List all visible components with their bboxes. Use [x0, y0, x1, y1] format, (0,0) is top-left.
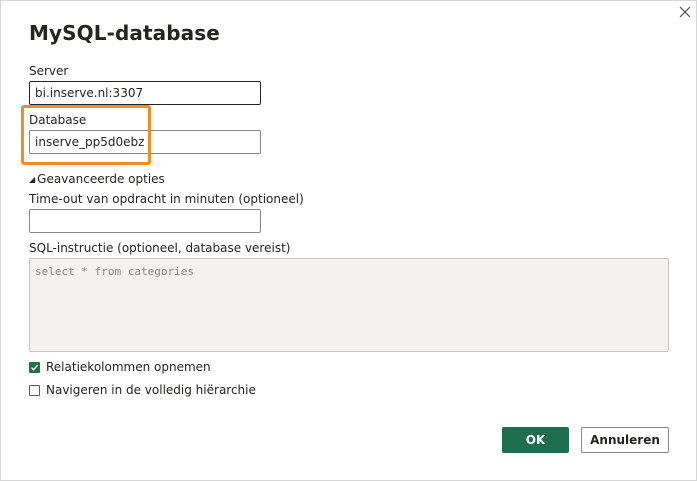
include-relations-checkbox-row[interactable]: Relatiekolommen opnemen — [29, 360, 211, 374]
close-icon[interactable] — [675, 3, 695, 23]
cancel-button[interactable]: Annuleren — [581, 427, 669, 453]
database-input[interactable]: inserve_pp5d0ebz — [29, 130, 261, 154]
close-icon-glyph — [679, 6, 691, 18]
server-label: Server — [29, 64, 69, 78]
triangle-down-icon: ◢ — [29, 175, 36, 184]
advanced-options-label: Geavanceerde opties — [37, 172, 165, 186]
database-label: Database — [29, 113, 87, 127]
sql-textarea[interactable]: select * from categories — [29, 258, 669, 352]
mysql-database-dialog: MySQL-database Server bi.inserve.nl:3307… — [0, 0, 697, 481]
advanced-options-toggle[interactable]: ◢ Geavanceerde opties — [29, 172, 165, 186]
server-input[interactable]: bi.inserve.nl:3307 — [29, 81, 261, 105]
include-relations-checkbox[interactable] — [29, 361, 40, 373]
timeout-input[interactable] — [29, 209, 261, 233]
timeout-label: Time-out van opdracht in minuten (option… — [29, 192, 304, 206]
checkmark-icon — [31, 364, 39, 371]
full-hierarchy-checkbox-row[interactable]: Navigeren in de volledig hiërarchie — [29, 383, 256, 397]
full-hierarchy-label: Navigeren in de volledig hiërarchie — [46, 383, 256, 397]
include-relations-label: Relatiekolommen opnemen — [46, 360, 211, 374]
ok-button[interactable]: OK — [502, 427, 569, 453]
dialog-title: MySQL-database — [29, 21, 220, 45]
sql-label: SQL-instructie (optioneel, database vere… — [29, 241, 291, 255]
full-hierarchy-checkbox[interactable] — [29, 384, 40, 396]
